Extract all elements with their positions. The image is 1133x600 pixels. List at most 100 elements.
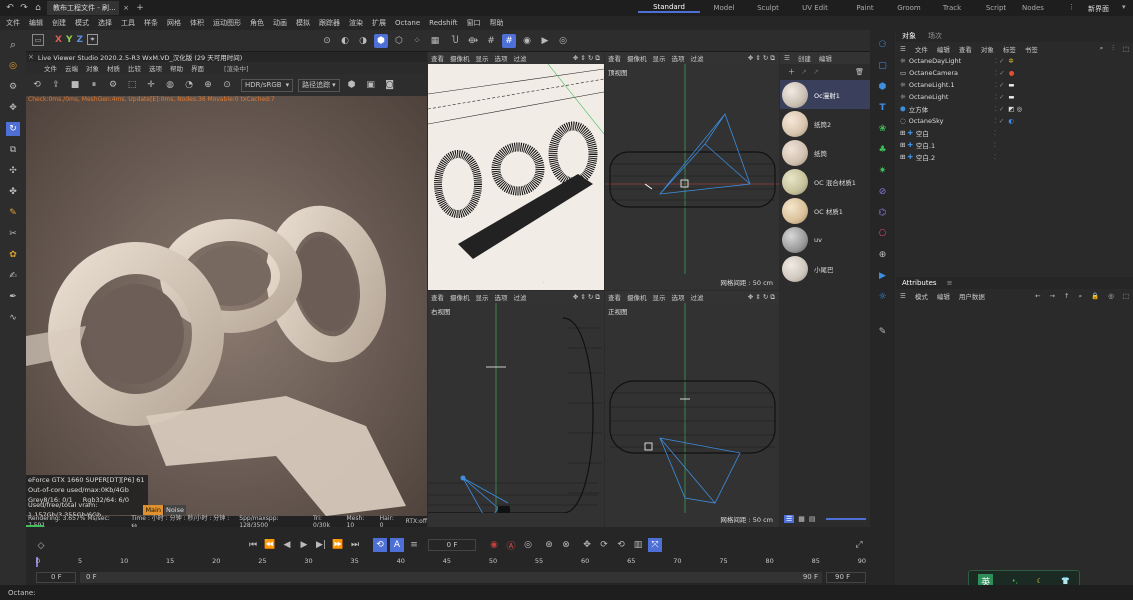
visibility-dots[interactable]: ⁚ ✓ — [995, 57, 1005, 65]
vp-menu-view[interactable]: 查看 — [608, 292, 621, 302]
live-select-icon[interactable]: ◎ — [6, 59, 20, 73]
menu-character[interactable]: 角色 — [250, 18, 264, 28]
camera-tag-icon[interactable]: ● — [1009, 69, 1015, 77]
visibility-dots[interactable]: ⁚ ✓ — [995, 81, 1005, 89]
coordinate-system-icon[interactable]: ⌖ — [87, 34, 99, 45]
text-icon[interactable]: T — [876, 101, 890, 115]
expand-icon[interactable]: ⬚ — [1123, 292, 1129, 300]
vp-menu-view[interactable]: 查看 — [608, 53, 621, 63]
vp-menu-display[interactable]: 显示 — [476, 292, 489, 302]
key-rot2-icon[interactable]: ⟳ — [597, 538, 611, 552]
pen-icon[interactable]: ✎ — [876, 325, 890, 339]
material-item[interactable]: 纸筒2 — [780, 109, 870, 138]
lock-icon[interactable]: 🔒 — [1091, 292, 1099, 300]
viewer-menu-cloud[interactable]: 云端 — [65, 63, 78, 73]
vp-menu-filter[interactable]: 过滤 — [691, 292, 704, 302]
loop-icon[interactable]: ⟲ — [373, 538, 387, 552]
large-view-icon[interactable]: ▤ — [809, 515, 816, 523]
light-tag-icon[interactable]: ▬ — [1008, 81, 1014, 89]
attribute-menu-userdata[interactable]: 用户数据 — [959, 291, 985, 301]
tree-row[interactable]: ⬢ 立方体 ⁚ ✓ ◩ ◎ — [896, 103, 1133, 115]
sculpt-icon[interactable]: ✒ — [6, 290, 20, 304]
list-view-icon[interactable]: ☰ — [784, 515, 795, 523]
region-render-icon[interactable]: ⬚ — [125, 78, 139, 92]
range-slider[interactable]: 0 F 90 F — [80, 571, 822, 583]
attribute-menu-mode[interactable]: 模式 — [915, 291, 928, 301]
back-arrow-icon[interactable]: ← — [1035, 292, 1040, 300]
magnet-tool-icon[interactable]: ∿ — [6, 311, 20, 325]
rectangle-icon[interactable]: ▢ — [876, 59, 890, 73]
mesh-mode-icon[interactable]: ◐ — [338, 34, 352, 48]
new-tab-icon[interactable]: + — [133, 1, 147, 15]
visibility-dots[interactable]: ⁚ — [994, 141, 996, 149]
next-frame-icon[interactable]: ▶| — [314, 538, 328, 552]
object-menu-bookmarks[interactable]: 书签 — [1025, 44, 1038, 54]
layout-tab-model[interactable]: Model — [700, 4, 748, 12]
visibility-dots[interactable]: ⁚ ✓ — [995, 117, 1005, 125]
edge-mode-icon[interactable]: ⬡ — [392, 34, 406, 48]
menu-tracker[interactable]: 跟踪器 — [319, 18, 340, 28]
lock-icon[interactable]: ⊕ — [201, 78, 215, 92]
layout-tab-uvedit[interactable]: UV Edit — [788, 4, 842, 12]
menu-help[interactable]: 帮助 — [490, 18, 504, 28]
axis-z-toggle[interactable]: Z — [76, 35, 83, 45]
autokey-icon[interactable]: Ⓐ — [504, 538, 518, 552]
paint-icon[interactable]: ✿ — [6, 248, 20, 262]
vp-menu-display[interactable]: 显示 — [653, 292, 666, 302]
attribute-list-icon[interactable]: ☰ — [900, 292, 906, 300]
go-end-icon[interactable]: ⏭ — [348, 538, 362, 552]
new-layout-label[interactable]: 新界面 — [1088, 4, 1109, 14]
colorspace-select[interactable]: HDR/sRGB ▾ — [241, 78, 294, 92]
cloner-icon[interactable]: ❀ — [876, 122, 890, 136]
filter-icon[interactable]: ⫶ — [1112, 44, 1114, 53]
vp-menu-options[interactable]: 选项 — [672, 292, 685, 302]
uv-mode-icon[interactable]: ▦ — [428, 34, 442, 48]
menu-octane[interactable]: Octane — [395, 19, 420, 27]
menu-spline[interactable]: 样条 — [144, 18, 158, 28]
vp-menu-filter[interactable]: 过滤 — [691, 53, 704, 63]
material-item[interactable]: 纸筒 — [780, 138, 870, 167]
render-restart-icon[interactable]: ⟲ — [30, 78, 44, 92]
vp-menu-display[interactable]: 显示 — [476, 53, 489, 63]
tree-row[interactable]: ☼ OctaneLight.1 ⁚ ✓ ▬ — [896, 79, 1133, 91]
tree-row[interactable]: ☼ OctaneLight ⁚ ✓ ▬ — [896, 91, 1133, 103]
vp-menu-filter[interactable]: 过滤 — [514, 292, 527, 302]
pin-icon[interactable]: ⬚ — [1123, 45, 1129, 53]
menu-animate[interactable]: 动画 — [273, 18, 287, 28]
object-menu-tags[interactable]: 标签 — [1003, 44, 1016, 54]
vp-menu-camera[interactable]: 摄像机 — [627, 53, 647, 63]
menu-simulate[interactable]: 模拟 — [296, 18, 310, 28]
visibility-dots[interactable]: ⁚ ✓ — [995, 93, 1005, 101]
punctuation-icon[interactable]: •, — [1012, 577, 1018, 585]
brush-icon[interactable]: ✍ — [6, 269, 20, 283]
layout-tab-track[interactable]: Track — [930, 4, 974, 12]
key-scale-icon[interactable]: ⟲ — [614, 538, 628, 552]
object-mode-icon[interactable]: ▭ — [32, 34, 44, 46]
object-menu-object[interactable]: 对象 — [981, 44, 994, 54]
key-rot-icon[interactable]: ⊗ — [559, 538, 573, 552]
viewer-menu-help[interactable]: 帮助 — [170, 63, 183, 73]
pick-focus-icon[interactable]: ✛ — [144, 78, 158, 92]
menu-mode[interactable]: 模式 — [75, 18, 89, 28]
current-frame-field[interactable]: 0 F — [428, 539, 476, 551]
viewport-right[interactable]: 查看 摄像机 显示 选项 过滤 ✥ ⇕ ↻ ⧉ 右视图 — [428, 291, 604, 527]
attribute-menu-edit[interactable]: 编辑 — [937, 291, 950, 301]
object-menu-file[interactable]: 文件 — [915, 44, 928, 54]
key-move-icon[interactable]: ✥ — [580, 538, 594, 552]
grid-snap-icon[interactable]: # — [484, 34, 498, 48]
expand-icon[interactable]: ⊞ — [900, 129, 905, 137]
material-menu-edit[interactable]: 编辑 — [819, 53, 832, 63]
vp-menu-display[interactable]: 显示 — [653, 53, 666, 63]
polygon-mode-icon[interactable]: ⬢ — [374, 34, 388, 48]
viewer-menu-object[interactable]: 对象 — [86, 63, 99, 73]
material-tag-icon[interactable]: ◩ ◎ — [1008, 105, 1022, 113]
kernel-select[interactable]: 路径追踪 ▾ — [298, 78, 340, 92]
sky-tag-icon[interactable]: ◐ — [1008, 117, 1014, 125]
viewer-menu-material[interactable]: 材质 — [107, 63, 120, 73]
menu-render[interactable]: 渲染 — [349, 18, 363, 28]
home-icon[interactable]: ⌂ — [31, 1, 45, 15]
forward-arrow-icon[interactable]: → — [1050, 292, 1055, 300]
play-icon[interactable]: ▶ — [297, 538, 311, 552]
mixamo-icon[interactable]: ⎔ — [876, 227, 890, 241]
object-menu-view[interactable]: 查看 — [959, 44, 972, 54]
